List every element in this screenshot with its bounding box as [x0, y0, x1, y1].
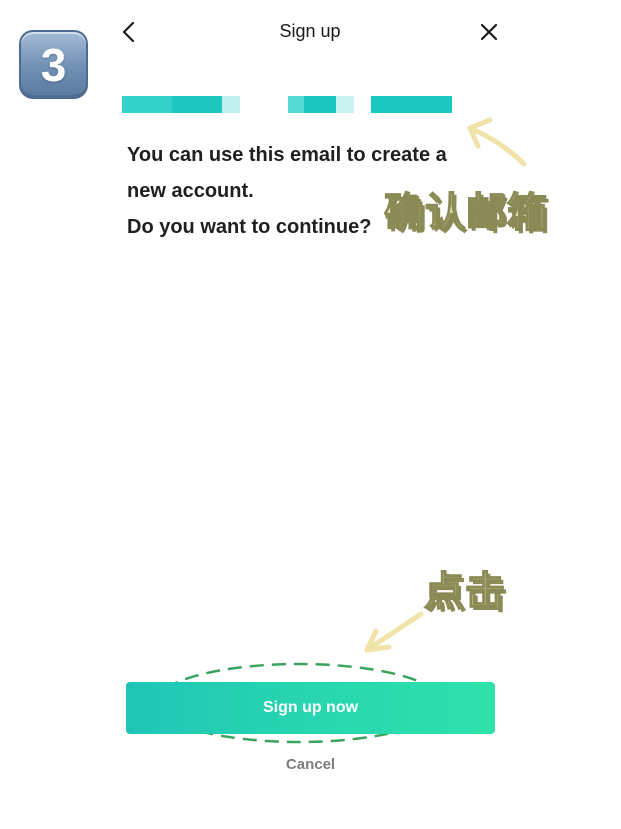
email-mask-segment	[288, 96, 304, 113]
step-badge: 3	[19, 30, 88, 99]
signup-now-button[interactable]: Sign up now	[126, 682, 495, 734]
annotation-confirm-email: 确认邮箱	[383, 189, 548, 237]
annotation-tap: 点击	[423, 568, 506, 616]
arrow-to-button	[364, 611, 424, 653]
email-mask-segment	[172, 96, 222, 113]
step-number: 3	[40, 38, 67, 91]
close-icon[interactable]	[479, 22, 499, 42]
message-line: You can use this email to create a	[127, 144, 447, 166]
email-mask-segment	[122, 96, 172, 113]
masked-email	[122, 96, 452, 113]
email-mask-segment	[222, 96, 240, 113]
email-mask-segment	[354, 96, 371, 113]
email-mask-segment	[240, 96, 288, 113]
email-mask-segment	[371, 96, 452, 113]
email-mask-segment	[336, 96, 354, 113]
chevron-left-icon[interactable]	[119, 20, 141, 44]
page-title: Sign up	[279, 21, 341, 41]
cancel-link[interactable]: Cancel	[200, 756, 421, 773]
email-mask-segment	[304, 96, 336, 113]
